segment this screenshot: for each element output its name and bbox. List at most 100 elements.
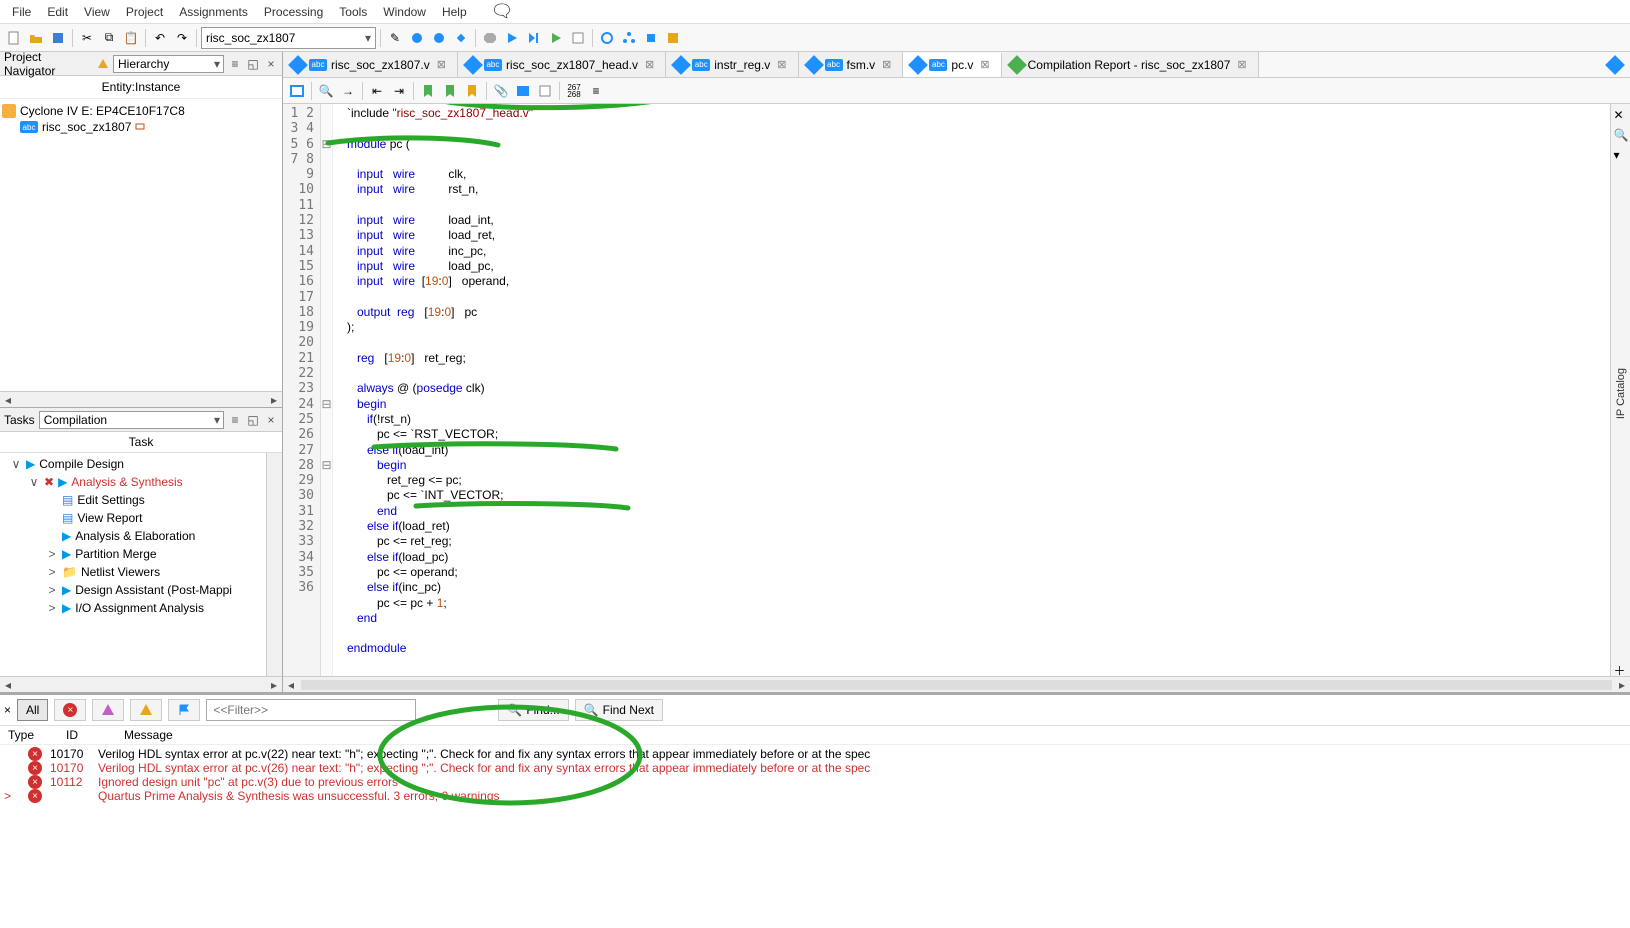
tab-close-icon[interactable]: ⊠: [434, 57, 449, 72]
code-area[interactable]: `include "risc_soc_zx1807_head.v" module…: [333, 104, 1630, 676]
msg-expand-icon[interactable]: >: [4, 789, 20, 803]
gear-blue-icon[interactable]: [407, 28, 427, 48]
tasks-mini2-icon[interactable]: ◱: [246, 413, 260, 427]
top-entity-item[interactable]: abc risc_soc_zx1807: [2, 119, 280, 135]
nav-tree[interactable]: Cyclone IV E: EP4CE10F17C8 abc risc_soc_…: [0, 99, 282, 391]
et-bm1-icon[interactable]: [418, 81, 438, 101]
undo-icon[interactable]: ↶: [150, 28, 170, 48]
diamond-cluster-icon[interactable]: [451, 28, 471, 48]
msg-filter-flag[interactable]: [168, 699, 200, 721]
pins-icon[interactable]: [663, 28, 683, 48]
nav-combo[interactable]: Hierarchy: [113, 55, 224, 73]
nav-close-icon[interactable]: ×: [264, 57, 278, 71]
menu-project[interactable]: Project: [118, 3, 171, 21]
paste-icon[interactable]: 📋: [121, 28, 141, 48]
tasks-hscroll[interactable]: ◂▸: [0, 676, 282, 692]
msg-filter-input[interactable]: [206, 699, 416, 721]
task-item[interactable]: ▤Edit Settings: [2, 491, 264, 509]
nav-mini1-icon[interactable]: ≡: [228, 57, 242, 71]
rr-expand-icon[interactable]: ▾: [1614, 148, 1628, 162]
tasks-mini1-icon[interactable]: ≡: [228, 413, 242, 427]
chip-icon[interactable]: [641, 28, 661, 48]
et-note-icon[interactable]: [513, 81, 533, 101]
msg-filter-caution[interactable]: [130, 699, 162, 721]
expand-icon[interactable]: >: [46, 583, 58, 597]
nav-hscroll[interactable]: ◂▸: [0, 391, 282, 407]
rr-close-icon[interactable]: ✕: [1614, 108, 1628, 122]
clock-icon[interactable]: [597, 28, 617, 48]
et-nav-icon[interactable]: [287, 81, 307, 101]
compile-icon[interactable]: [546, 28, 566, 48]
et-goto-icon[interactable]: →: [338, 81, 358, 101]
task-item[interactable]: >▶I/O Assignment Analysis: [2, 599, 264, 617]
et-bm3-icon[interactable]: [462, 81, 482, 101]
tasks-close-icon[interactable]: ×: [264, 413, 278, 427]
task-item[interactable]: ∨▶Compile Design: [2, 455, 264, 473]
et-find-icon[interactable]: 🔍: [316, 81, 336, 101]
task-item[interactable]: ▤View Report: [2, 509, 264, 527]
ip-catalog-label[interactable]: IP Catalog: [1615, 368, 1627, 419]
msg-find-button[interactable]: 🔍Find...: [498, 699, 568, 721]
new-file-icon[interactable]: [4, 28, 24, 48]
message-row[interactable]: >×Quartus Prime Analysis & Synthesis was…: [0, 789, 1630, 803]
expand-icon[interactable]: ∨: [10, 457, 22, 471]
message-row[interactable]: ×10112Ignored design unit "pc" at pc.v(3…: [0, 775, 1630, 789]
tab-fsm-v[interactable]: abcfsm.v⊠: [799, 52, 904, 77]
tasks-combo[interactable]: Compilation: [39, 411, 224, 429]
et-bm2-icon[interactable]: [440, 81, 460, 101]
editor-hscroll[interactable]: ◂▸: [283, 676, 1630, 692]
stop-icon[interactable]: [480, 28, 500, 48]
message-row[interactable]: ×10170Verilog HDL syntax error at pc.v(2…: [0, 761, 1630, 775]
et-edit-icon[interactable]: [535, 81, 555, 101]
task-item[interactable]: >▶Partition Merge: [2, 545, 264, 563]
et-linecount-icon[interactable]: 267 268: [564, 81, 584, 101]
tab-instr-reg-v[interactable]: abcinstr_reg.v⊠: [666, 52, 798, 77]
chat-icon[interactable]: 🗨: [483, 0, 522, 24]
open-folder-icon[interactable]: [26, 28, 46, 48]
tab-close-icon[interactable]: ⊠: [642, 57, 657, 72]
message-row[interactable]: ×10170Verilog HDL syntax error at pc.v(2…: [0, 747, 1630, 761]
cut-icon[interactable]: ✂: [77, 28, 97, 48]
menu-processing[interactable]: Processing: [256, 3, 331, 21]
device-item[interactable]: Cyclone IV E: EP4CE10F17C8: [2, 103, 280, 119]
tab-compilation-report-risc-soc-zx1807[interactable]: Compilation Report - risc_soc_zx1807⊠: [1002, 52, 1259, 77]
msg-filter-all[interactable]: All: [17, 699, 48, 721]
et-clip-icon[interactable]: 📎: [491, 81, 511, 101]
tab-pc-v[interactable]: abcpc.v⊠: [903, 53, 1001, 78]
task-item[interactable]: ∨✖▶Analysis & Synthesis: [2, 473, 264, 491]
tab-risc-soc-zx1807-v[interactable]: abcrisc_soc_zx1807.v⊠: [283, 52, 458, 77]
expand-icon[interactable]: >: [46, 601, 58, 615]
tab-close-icon[interactable]: ⊠: [1234, 57, 1249, 72]
expand-icon[interactable]: ∨: [28, 475, 40, 489]
tab-close-icon[interactable]: ⊠: [977, 57, 992, 72]
gear-blue2-icon[interactable]: [429, 28, 449, 48]
tab-overflow-icon[interactable]: [1600, 58, 1630, 72]
rr-add-icon[interactable]: ＋: [1614, 662, 1628, 676]
task-item[interactable]: >📁Netlist Viewers: [2, 563, 264, 581]
play-fwd-icon[interactable]: [524, 28, 544, 48]
expand-icon[interactable]: >: [46, 565, 58, 579]
task-item[interactable]: ▶Analysis & Elaboration: [2, 527, 264, 545]
msg-rows[interactable]: ×10170Verilog HDL syntax error at pc.v(2…: [0, 745, 1630, 832]
play-icon[interactable]: [502, 28, 522, 48]
report-icon[interactable]: [568, 28, 588, 48]
fold-column[interactable]: ⊟⊟⊟: [321, 104, 333, 676]
task-item[interactable]: >▶Design Assistant (Post-Mappi: [2, 581, 264, 599]
nav-mini2-icon[interactable]: ◱: [246, 57, 260, 71]
tab-risc-soc-zx1807-head-v[interactable]: abcrisc_soc_zx1807_head.v⊠: [458, 52, 666, 77]
hierarchy-icon[interactable]: [619, 28, 639, 48]
redo-icon[interactable]: ↷: [172, 28, 192, 48]
menu-edit[interactable]: Edit: [39, 3, 76, 21]
et-lines-icon[interactable]: ≡: [586, 81, 606, 101]
tasks-vscroll[interactable]: [266, 453, 282, 676]
tab-close-icon[interactable]: ⊠: [879, 57, 894, 72]
menu-file[interactable]: File: [4, 3, 39, 21]
tab-close-icon[interactable]: ⊠: [774, 57, 789, 72]
device-combo[interactable]: risc_soc_zx1807: [201, 27, 376, 49]
wand-icon[interactable]: ✎: [385, 28, 405, 48]
menu-window[interactable]: Window: [375, 3, 434, 21]
et-indent-in-icon[interactable]: ⇥: [389, 81, 409, 101]
menu-view[interactable]: View: [76, 3, 118, 21]
expand-icon[interactable]: >: [46, 547, 58, 561]
save-icon[interactable]: [48, 28, 68, 48]
